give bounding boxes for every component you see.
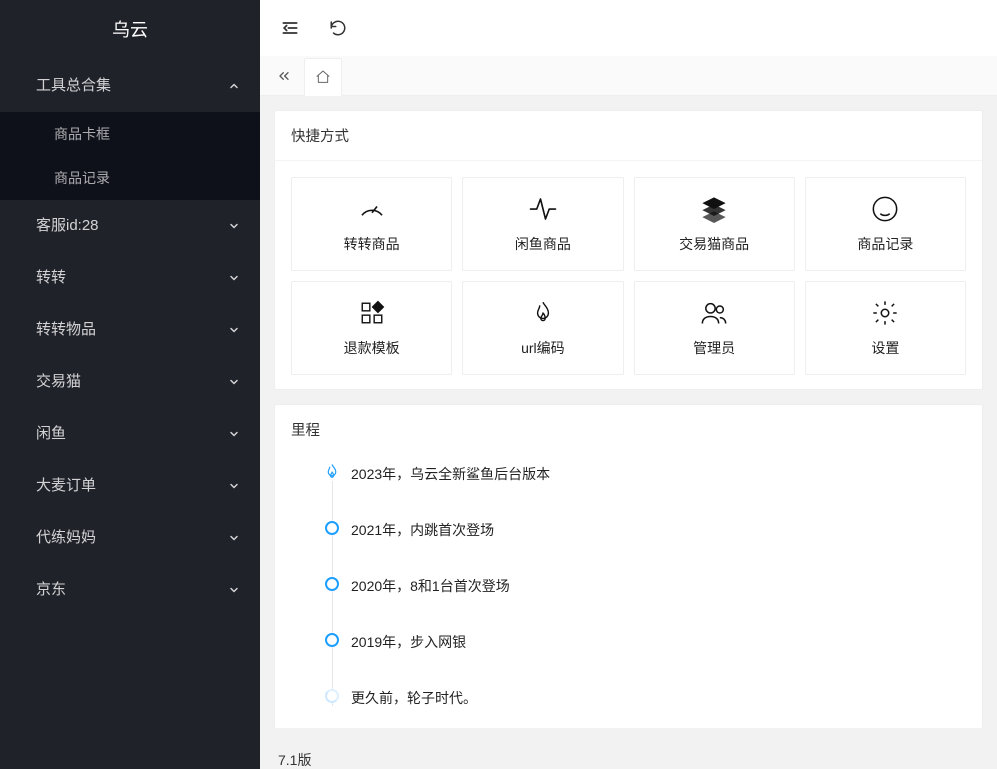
tile-jiaoyimao[interactable]: 交易猫商品 <box>634 177 795 271</box>
card-shortcuts: 快捷方式 转转商品 闲鱼商品 <box>274 110 983 390</box>
stack-icon <box>699 194 729 224</box>
face-icon <box>870 194 900 224</box>
menu-item-xianyu[interactable]: 闲鱼 <box>0 408 260 460</box>
topbar <box>260 0 997 56</box>
menu-label: 转转物品 <box>36 321 96 338</box>
chevron-down-icon <box>228 532 240 544</box>
card-timeline: 里程 2023年，乌云全新鲨鱼后台版本 2021年，内跳首次登场 <box>274 404 983 728</box>
tab-strip <box>260 56 997 96</box>
tile-label: 退款模板 <box>344 338 400 358</box>
timeline-dot-icon <box>325 633 339 647</box>
timeline: 2023年，乌云全新鲨鱼后台版本 2021年，内跳首次登场 2020年，8和1台… <box>291 454 966 714</box>
menu-item-jiaoyimao[interactable]: 交易猫 <box>0 356 260 408</box>
home-icon <box>315 69 331 85</box>
menu-item-tools[interactable]: 工具总合集 <box>0 60 260 112</box>
timeline-text: 更久前，轮子时代。 <box>351 688 477 708</box>
tile-label: 闲鱼商品 <box>515 234 571 254</box>
tile-xianyu[interactable]: 闲鱼商品 <box>462 177 623 271</box>
chevron-up-icon <box>228 80 240 92</box>
card-header: 里程 <box>275 405 982 454</box>
timeline-item: 更久前，轮子时代。 <box>325 688 962 714</box>
timeline-text: 2023年，乌云全新鲨鱼后台版本 <box>351 464 550 484</box>
menu-label: 代练妈妈 <box>36 529 96 546</box>
menu-label: 客服id:28 <box>36 217 99 234</box>
gauge-icon <box>357 194 387 224</box>
card-header: 快捷方式 <box>275 111 982 161</box>
timeline-text: 2019年，步入网银 <box>351 632 466 652</box>
menu-label: 工具总合集 <box>36 77 111 94</box>
submenu-tools: 商品卡框 商品记录 <box>0 112 260 200</box>
menu-item-zhuanwupin[interactable]: 转转物品 <box>0 304 260 356</box>
timeline-dot-icon <box>325 689 339 703</box>
flame-icon <box>323 463 341 481</box>
chevron-down-icon <box>228 272 240 284</box>
menu: 工具总合集 商品卡框 商品记录 客服id:28 转转 转转物品 <box>0 60 260 616</box>
menu-label: 大麦订单 <box>36 477 96 494</box>
tile-label: 设置 <box>871 338 899 358</box>
content: 快捷方式 转转商品 闲鱼商品 <box>260 96 997 769</box>
tile-label: url编码 <box>521 338 565 358</box>
timeline-item: 2020年，8和1台首次登场 <box>325 576 962 632</box>
tile-label: 交易猫商品 <box>679 234 749 254</box>
chevron-down-icon <box>228 220 240 232</box>
flame-icon <box>528 298 558 328</box>
timeline-item: 2023年，乌云全新鲨鱼后台版本 <box>325 464 962 520</box>
menu-item-kefu[interactable]: 客服id:28 <box>0 200 260 252</box>
timeline-text: 2020年，8和1台首次登场 <box>351 576 510 596</box>
menu-label: 京东 <box>36 581 66 598</box>
tile-settings[interactable]: 设置 <box>805 281 966 375</box>
grid-icon <box>357 298 387 328</box>
shortcut-grid: 转转商品 闲鱼商品 交易猫商品 <box>291 177 966 375</box>
tile-admin[interactable]: 管理员 <box>634 281 795 375</box>
tab-home[interactable] <box>304 58 342 96</box>
timeline-item: 2021年，内跳首次登场 <box>325 520 962 576</box>
timeline-dot-icon <box>325 577 339 591</box>
collapse-menu-icon[interactable] <box>280 18 300 38</box>
pulse-icon <box>528 194 558 224</box>
version-text: 7.1版 <box>274 742 983 769</box>
app-title: 乌云 <box>0 0 260 60</box>
timeline-item: 2019年，步入网银 <box>325 632 962 688</box>
tile-label: 转转商品 <box>344 234 400 254</box>
submenu-item-card[interactable]: 商品卡框 <box>0 112 260 156</box>
chevron-down-icon <box>228 428 240 440</box>
chevron-down-icon <box>228 480 240 492</box>
chevron-down-icon <box>228 324 240 336</box>
tile-record[interactable]: 商品记录 <box>805 177 966 271</box>
sidebar: 乌云 工具总合集 商品卡框 商品记录 客服id:28 转转 转转物品 <box>0 0 260 769</box>
users-icon <box>699 298 729 328</box>
refresh-icon[interactable] <box>328 18 348 38</box>
menu-label: 转转 <box>36 269 66 286</box>
tab-back-icon[interactable] <box>270 62 298 90</box>
tile-label: 商品记录 <box>857 234 913 254</box>
menu-item-jd[interactable]: 京东 <box>0 564 260 616</box>
chevron-down-icon <box>228 584 240 596</box>
gear-icon <box>870 298 900 328</box>
main: 快捷方式 转转商品 闲鱼商品 <box>260 0 997 769</box>
chevron-down-icon <box>228 376 240 388</box>
menu-label: 交易猫 <box>36 373 81 390</box>
tile-refund[interactable]: 退款模板 <box>291 281 452 375</box>
menu-label: 闲鱼 <box>36 425 66 442</box>
menu-item-zhuan[interactable]: 转转 <box>0 252 260 304</box>
timeline-text: 2021年，内跳首次登场 <box>351 520 494 540</box>
menu-item-damai[interactable]: 大麦订单 <box>0 460 260 512</box>
tile-zhuanzhuan[interactable]: 转转商品 <box>291 177 452 271</box>
menu-item-dailian[interactable]: 代练妈妈 <box>0 512 260 564</box>
submenu-item-record[interactable]: 商品记录 <box>0 156 260 200</box>
tile-label: 管理员 <box>693 338 735 358</box>
tile-urlencode[interactable]: url编码 <box>462 281 623 375</box>
timeline-dot-icon <box>325 521 339 535</box>
